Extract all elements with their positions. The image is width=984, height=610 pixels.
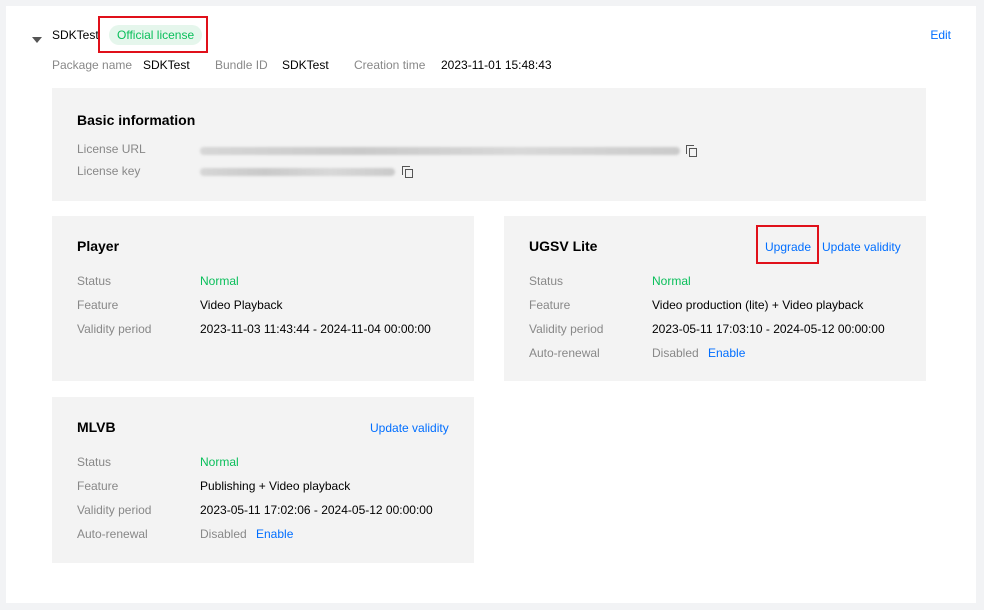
app-name: SDKTest (52, 28, 99, 42)
license-key-redacted (200, 168, 395, 176)
player-status-label: Status (77, 274, 112, 288)
ugsv-status-label: Status (529, 274, 564, 288)
mlvb-enable-link[interactable]: Enable (256, 527, 293, 541)
ugsv-feature-value: Video production (lite) + Video playback (652, 298, 864, 312)
collapse-caret-icon[interactable] (32, 37, 42, 43)
ugsv-lite-card: UGSV Lite Upgrade Update validity Status… (504, 216, 926, 381)
player-status-value: Normal (200, 274, 239, 288)
mlvb-update-validity-link[interactable]: Update validity (370, 421, 449, 435)
package-name-label: Package name (52, 58, 133, 72)
mlvb-renewal-value: Disabled (200, 527, 247, 541)
ugsv-validity-label: Validity period (529, 322, 604, 336)
mlvb-status-value: Normal (200, 455, 239, 469)
bundle-id-label: Bundle ID (215, 58, 268, 72)
ugsv-enable-link[interactable]: Enable (708, 346, 745, 360)
ugsv-validity-value: 2023-05-11 17:03:10 - 2024-05-12 00:00:0… (652, 322, 885, 336)
license-panel: SDKTest Official license Edit Package na… (6, 6, 976, 603)
license-url-redacted (200, 147, 680, 155)
ugsv-renewal-value: Disabled (652, 346, 699, 360)
bundle-id-value: SDKTest (282, 58, 329, 72)
mlvb-feature-value: Publishing + Video playback (200, 479, 351, 493)
ugsv-title: UGSV Lite (529, 238, 598, 254)
ugsv-status-value: Normal (652, 274, 691, 288)
license-url-label: License URL (77, 142, 146, 156)
upgrade-highlight-box (756, 225, 819, 264)
mlvb-card: MLVB Update validity Status Normal Featu… (52, 397, 474, 563)
badge-highlight-box (98, 16, 208, 53)
license-key-label: License key (77, 164, 141, 178)
player-feature-value: Video Playback (200, 298, 283, 312)
package-name-value: SDKTest (143, 58, 190, 72)
player-validity-label: Validity period (77, 322, 152, 336)
player-title: Player (77, 238, 120, 254)
basic-information-card: Basic information License URL License ke… (52, 88, 926, 201)
copy-url-icon[interactable] (686, 145, 698, 157)
mlvb-validity-value: 2023-05-11 17:02:06 - 2024-05-12 00:00:0… (200, 503, 433, 517)
mlvb-status-label: Status (77, 455, 112, 469)
creation-time-value: 2023-11-01 15:48:43 (441, 58, 552, 72)
player-card: Player Status Normal Feature Video Playb… (52, 216, 474, 381)
ugsv-update-validity-link[interactable]: Update validity (822, 240, 901, 254)
player-feature-label: Feature (77, 298, 119, 312)
edit-link[interactable]: Edit (930, 28, 951, 42)
basic-information-title: Basic information (77, 112, 196, 128)
mlvb-feature-label: Feature (77, 479, 119, 493)
creation-time-label: Creation time (354, 58, 426, 72)
mlvb-validity-label: Validity period (77, 503, 152, 517)
mlvb-title: MLVB (77, 419, 116, 435)
ugsv-renewal-label: Auto-renewal (529, 346, 600, 360)
player-validity-value: 2023-11-03 11:43:44 - 2024-11-04 00:00:0… (200, 322, 431, 336)
ugsv-feature-label: Feature (529, 298, 571, 312)
copy-key-icon[interactable] (402, 166, 414, 178)
mlvb-renewal-label: Auto-renewal (77, 527, 148, 541)
